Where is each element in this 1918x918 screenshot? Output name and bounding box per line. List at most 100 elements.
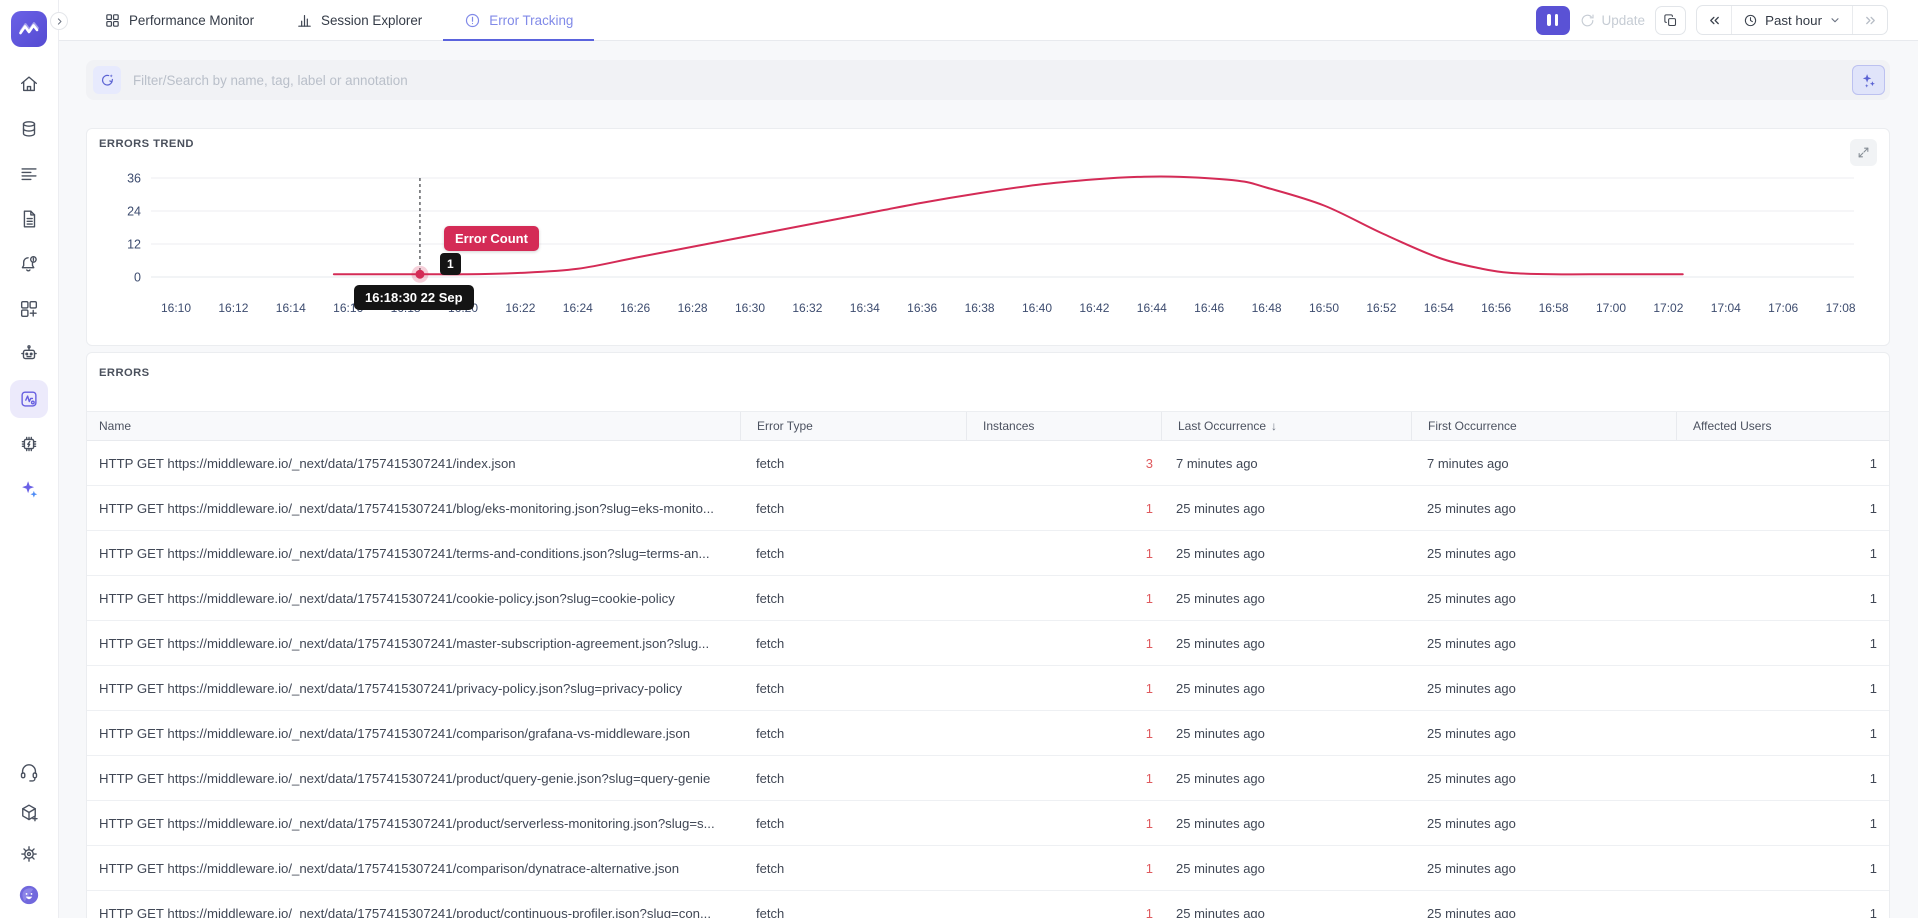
errors-table-body: HTTP GET https://middleware.io/_next/dat… — [87, 441, 1889, 918]
first-occurrence-cell: 25 minutes ago — [1411, 501, 1676, 516]
sidebar-item-synthetics[interactable] — [10, 335, 48, 373]
bar-chart-icon — [296, 12, 313, 29]
error-type-header[interactable]: Error Type — [740, 412, 966, 440]
table-row[interactable]: HTTP GET https://middleware.io/_next/dat… — [87, 621, 1889, 666]
error-name-cell: HTTP GET https://middleware.io/_next/dat… — [87, 591, 740, 606]
sidebar-item-integrations[interactable] — [10, 794, 48, 832]
affected-users-cell: 1 — [1676, 726, 1890, 741]
affected-users-cell: 1 — [1676, 906, 1890, 918]
x-axis-tick: 16:40 — [1022, 301, 1052, 315]
x-axis-tick: 16:12 — [218, 301, 248, 315]
search-refresh-icon — [99, 72, 116, 89]
dashboard-builder-icon — [18, 298, 40, 320]
table-row[interactable]: HTTP GET https://middleware.io/_next/dat… — [87, 891, 1889, 918]
affected-users-cell: 1 — [1676, 456, 1890, 471]
table-row[interactable]: HTTP GET https://middleware.io/_next/dat… — [87, 486, 1889, 531]
y-axis-tick: 24 — [127, 205, 141, 219]
x-axis-tick: 16:26 — [620, 301, 650, 315]
table-row[interactable]: HTTP GET https://middleware.io/_next/dat… — [87, 711, 1889, 756]
sidebar-item-ai[interactable] — [10, 470, 48, 508]
table-row[interactable]: HTTP GET https://middleware.io/_next/dat… — [87, 531, 1889, 576]
pause-button[interactable] — [1536, 6, 1570, 35]
table-row[interactable]: HTTP GET https://middleware.io/_next/dat… — [87, 576, 1889, 621]
time-range-back-button[interactable] — [1697, 6, 1731, 34]
rum-icon — [18, 388, 40, 410]
sidebar-item-account[interactable] — [10, 876, 48, 914]
error-name-cell: HTTP GET https://middleware.io/_next/dat… — [87, 636, 740, 651]
user-avatar — [18, 884, 40, 906]
x-axis-tick: 16:46 — [1194, 301, 1224, 315]
table-row[interactable]: HTTP GET https://middleware.io/_next/dat… — [87, 666, 1889, 711]
affected-users-cell: 1 — [1676, 771, 1890, 786]
errors-panel: ERRORS NameError TypeInstancesLast Occur… — [86, 352, 1890, 918]
error-type-cell: fetch — [740, 591, 966, 606]
errors-trend-chart[interactable]: 012243616:1016:1216:1416:1616:1816:2016:… — [87, 129, 1891, 347]
name-header[interactable]: Name — [87, 412, 740, 440]
first-occurrence-header[interactable]: First Occurrence — [1411, 412, 1676, 440]
instances-cell: 1 — [966, 546, 1161, 561]
errors-trend-panel: ERRORS TREND 012243616:1016:1216:1416:16… — [86, 128, 1890, 346]
error-count-line — [334, 177, 1683, 275]
alert-bell-icon — [18, 253, 40, 275]
last-occurrence-header[interactable]: Last Occurrence↓ — [1161, 412, 1411, 440]
tab-error-tracking[interactable]: Error Tracking — [443, 0, 594, 40]
first-occurrence-cell: 25 minutes ago — [1411, 681, 1676, 696]
tooltip-timestamp: 16:18:30 22 Sep — [354, 285, 474, 310]
x-axis-tick: 17:02 — [1653, 301, 1683, 315]
error-name-cell: HTTP GET https://middleware.io/_next/dat… — [87, 501, 740, 516]
error-type-cell: fetch — [740, 771, 966, 786]
table-row[interactable]: HTTP GET https://middleware.io/_next/dat… — [87, 441, 1889, 486]
time-range-selector[interactable]: Past hour — [1732, 6, 1852, 34]
topbar-controls: Update Past hour — [1536, 0, 1918, 40]
ai-sparkle-button[interactable] — [1852, 65, 1885, 95]
last-occurrence-cell: 25 minutes ago — [1161, 771, 1411, 786]
table-row[interactable]: HTTP GET https://middleware.io/_next/dat… — [87, 846, 1889, 891]
tab-performance-monitor[interactable]: Performance Monitor — [83, 0, 275, 40]
sidebar-item-alerts[interactable] — [10, 245, 48, 283]
grid-icon — [104, 12, 121, 29]
last-occurrence-cell: 25 minutes ago — [1161, 636, 1411, 651]
sidebar-item-rum[interactable] — [10, 380, 48, 418]
error-type-cell: fetch — [740, 636, 966, 651]
sidebar-item-support[interactable] — [10, 753, 48, 791]
instances-header[interactable]: Instances — [966, 412, 1161, 440]
x-axis-tick: 16:44 — [1137, 301, 1167, 315]
sidebar-bottom-nav — [0, 753, 58, 914]
copy-button[interactable] — [1655, 6, 1686, 35]
table-row[interactable]: HTTP GET https://middleware.io/_next/dat… — [87, 801, 1889, 846]
x-axis-tick: 16:58 — [1539, 301, 1569, 315]
tab-session-explorer[interactable]: Session Explorer — [275, 0, 443, 40]
error-name-cell: HTTP GET https://middleware.io/_next/dat… — [87, 726, 740, 741]
instances-cell: 1 — [966, 681, 1161, 696]
x-axis-tick: 16:28 — [678, 301, 708, 315]
update-button[interactable]: Update — [1580, 13, 1646, 28]
middleware-logo[interactable] — [11, 11, 47, 47]
affected-users-cell: 1 — [1676, 501, 1890, 516]
time-range-forward-button[interactable] — [1853, 6, 1887, 34]
sidebar-item-home[interactable] — [10, 65, 48, 103]
chevrons-right-icon — [1863, 13, 1878, 28]
sidebar-item-processors[interactable] — [10, 425, 48, 463]
first-occurrence-cell: 25 minutes ago — [1411, 726, 1676, 741]
search-input[interactable] — [133, 73, 1852, 88]
error-type-cell: fetch — [740, 681, 966, 696]
sidebar-item-logs[interactable] — [10, 155, 48, 193]
ai-search-icon[interactable] — [93, 66, 121, 94]
affected-users-header[interactable]: Affected Users — [1676, 412, 1890, 440]
instances-cell: 3 — [966, 456, 1161, 471]
table-row[interactable]: HTTP GET https://middleware.io/_next/dat… — [87, 756, 1889, 801]
tooltip-value: 1 — [440, 253, 461, 275]
y-axis-tick: 12 — [127, 238, 141, 252]
sidebar-item-dashboards[interactable] — [10, 290, 48, 328]
x-axis-tick: 16:36 — [907, 301, 937, 315]
affected-users-cell: 1 — [1676, 681, 1890, 696]
chevrons-left-icon — [1707, 13, 1722, 28]
sidebar-item-settings[interactable] — [10, 835, 48, 873]
x-axis-tick: 16:32 — [792, 301, 822, 315]
sidebar-expand-button[interactable] — [50, 12, 68, 30]
x-axis-tick: 16:54 — [1424, 301, 1454, 315]
sidebar-item-usage[interactable] — [10, 110, 48, 148]
usage-icon — [18, 118, 40, 140]
first-occurrence-cell: 25 minutes ago — [1411, 816, 1676, 831]
sidebar-item-reports[interactable] — [10, 200, 48, 238]
